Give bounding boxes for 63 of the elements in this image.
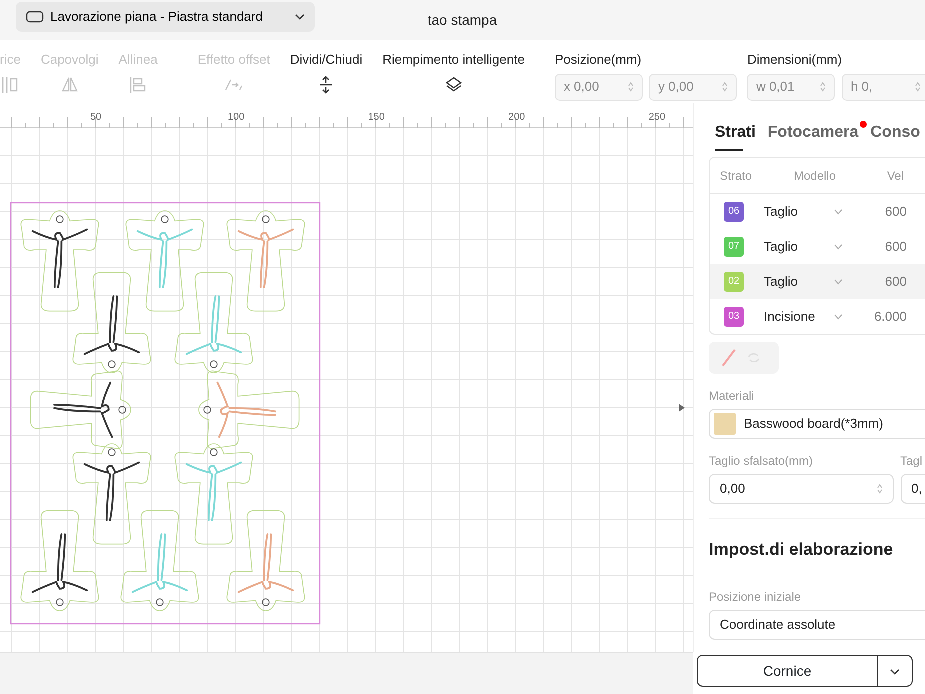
field-label: Posizione iniziale: [709, 589, 802, 606]
spinner-icon: [914, 82, 921, 92]
column-header: Modello: [794, 168, 838, 184]
panel-tab[interactable]: Fotocamera: [768, 121, 859, 151]
spinner-icon: [628, 82, 634, 92]
frame-button[interactable]: Cornice: [697, 655, 878, 687]
layer-row[interactable]: 02 Taglio 600: [710, 264, 925, 299]
window-title: tao stampa: [428, 12, 498, 28]
speed-value: 600: [884, 238, 907, 256]
layer-chip: 02: [724, 272, 744, 292]
flip-icon: [60, 76, 79, 94]
layer-chip: 07: [724, 236, 744, 256]
collapse-arrow-icon[interactable]: [678, 403, 686, 413]
caret-icon: [834, 244, 843, 250]
field-label: Tagl: [900, 452, 924, 470]
field-label: Taglio sfalsato(mm): [709, 452, 814, 470]
tool-button[interactable]: Riempimento intelligente: [372, 50, 535, 94]
caret-icon: [834, 314, 843, 320]
layer-row[interactable]: 07 Taglio 600: [710, 229, 925, 264]
speed-value: 6.000: [873, 308, 907, 326]
caret-icon: [890, 668, 900, 675]
layer-chip: 06: [724, 202, 744, 222]
column-header: Strato: [720, 168, 754, 184]
number-field[interactable]: 0,00: [709, 474, 894, 504]
panel-tab[interactable]: Strati: [715, 121, 756, 151]
dropdown-button[interactable]: [877, 655, 913, 687]
panel-tab[interactable]: Conso: [870, 121, 920, 151]
spinner-icon: [820, 82, 826, 92]
field-label: Dimensioni(mm): [747, 51, 844, 69]
material-select[interactable]: Basswood board(*3mm): [709, 408, 925, 438]
caret-icon: [834, 208, 843, 214]
tool-button[interactable]: Dividi/Chiudi: [280, 50, 373, 94]
caret-icon: [834, 278, 843, 284]
ruler-label: 250: [648, 112, 666, 123]
spinner-icon: [722, 82, 728, 92]
workbench-icon: [26, 11, 44, 23]
mode-select[interactable]: Taglio: [764, 272, 834, 292]
align-icon: [129, 76, 148, 94]
caret-icon: [295, 14, 305, 20]
spinner-icon: [877, 484, 883, 494]
mode-select[interactable]: Taglio: [764, 236, 834, 256]
layers-icon: [444, 76, 463, 94]
number-field[interactable]: 0,: [900, 474, 925, 504]
mode-select[interactable]: Taglio: [764, 202, 834, 222]
section-title: Impost.di elaborazione: [709, 538, 894, 560]
ruler-label: 100: [228, 112, 245, 123]
ruler-label: 50: [90, 112, 102, 123]
speed-value: 600: [884, 272, 907, 291]
wood-swatch-icon: [714, 412, 736, 434]
start-position-select[interactable]: Coordinate assolute: [709, 610, 925, 640]
mode-select[interactable]: Incisione: [764, 306, 834, 326]
layer-row[interactable]: 06 Taglio 600: [710, 194, 925, 229]
matrix-icon: [1, 76, 20, 94]
pen-icon: [721, 348, 737, 366]
ruler-label: 200: [508, 112, 526, 123]
ruler-label: 150: [368, 112, 385, 123]
layer-chip: 03: [724, 306, 744, 326]
column-header: Vel: [886, 168, 904, 184]
speed-value: 600: [884, 202, 907, 221]
field-label: Posizione(mm): [554, 51, 643, 69]
layer-row[interactable]: 03 Incisione 6.000: [710, 299, 925, 334]
workspace-dropdown[interactable]: Lavorazione piana - Piastra standard: [16, 2, 315, 32]
field-label: Materiali: [709, 388, 756, 404]
